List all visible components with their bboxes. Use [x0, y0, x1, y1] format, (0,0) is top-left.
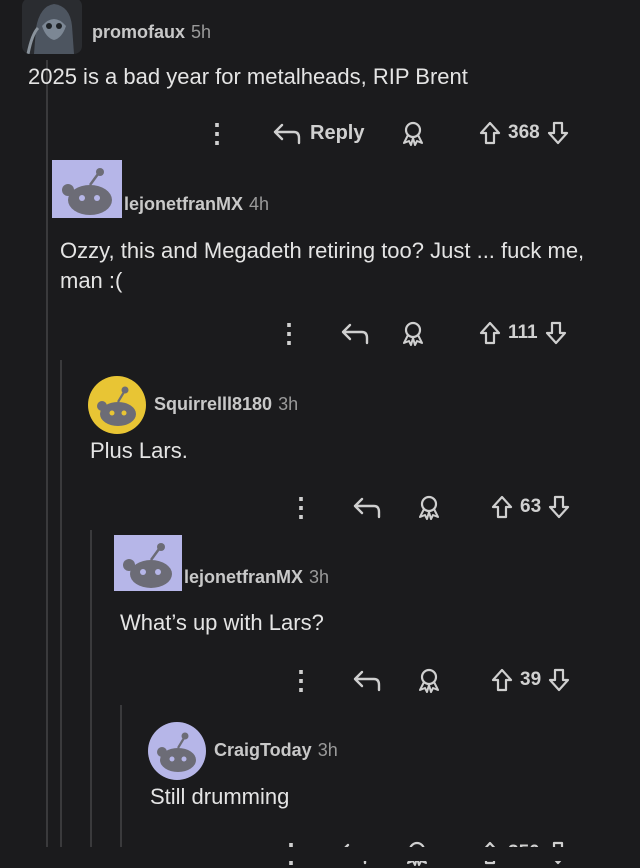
comment-actions: ⋮ Reply 368: [0, 118, 640, 148]
more-options-button[interactable]: ⋮: [204, 118, 230, 148]
reply-label: Reply: [310, 121, 365, 144]
comment-promofaux: promofaux 5h 2025 is a bad year for metal…: [0, 0, 640, 160]
score: 39: [520, 669, 542, 690]
upvote-arrow-icon[interactable]: [478, 320, 502, 346]
reply-button[interactable]: Reply: [272, 118, 364, 148]
alien-snoo-avatar[interactable]: [22, 0, 82, 54]
more-options-icon: ⋮: [276, 318, 302, 348]
reply-button[interactable]: [352, 665, 382, 695]
comment-meta: lejonetfranMX 3h: [184, 567, 329, 588]
comment-body: What’s up with Lars?: [120, 610, 324, 635]
award-button[interactable]: [400, 118, 426, 148]
score: 63: [520, 496, 542, 517]
award-button[interactable]: [416, 665, 442, 695]
award-button[interactable]: [416, 492, 442, 522]
more-options-icon: ⋮: [288, 665, 314, 695]
upvote-arrow-icon[interactable]: [478, 120, 502, 146]
downvote-arrow-icon[interactable]: [547, 667, 571, 693]
timestamp: 3h: [317, 740, 338, 760]
reply-button[interactable]: [352, 492, 382, 522]
username[interactable]: promofaux: [92, 22, 185, 42]
downvote-arrow-icon[interactable]: [546, 120, 570, 146]
default-snoo-lilac-avatar[interactable]: [148, 722, 206, 780]
more-options-button[interactable]: ⋮: [288, 492, 314, 522]
downvote-arrow-icon[interactable]: [544, 320, 568, 346]
award-button[interactable]: [400, 318, 426, 348]
comment-lejonetfranmx-1: lejonetfranMX 4h Ozzy, this and Megadeth …: [0, 160, 640, 360]
timestamp: 4h: [249, 194, 270, 214]
timestamp: 3h: [278, 394, 299, 414]
upvote-arrow-icon[interactable]: [490, 667, 514, 693]
timestamp: 5h: [191, 22, 212, 42]
reply-arrow-icon: [353, 670, 381, 692]
comment-body: Plus Lars.: [90, 438, 188, 463]
score: 368: [508, 122, 540, 143]
more-options-button[interactable]: ⋮: [276, 318, 302, 348]
comment-actions: ⋮ 111: [0, 318, 640, 348]
comment-meta: Squirrelll8180 3h: [154, 394, 298, 415]
default-snoo-yellow-avatar[interactable]: [88, 376, 146, 434]
comment-meta: lejonetfranMX 4h: [124, 194, 269, 215]
comment-craigtoday: CraigToday3h Still drumming ⋮ 350: [0, 718, 640, 868]
default-snoo-lilac-avatar[interactable]: [114, 535, 182, 591]
comment-body: Ozzy, this and Megadeth retiring too? Ju…: [60, 238, 585, 293]
score: 111: [508, 322, 538, 343]
more-options-icon: ⋮: [288, 492, 314, 522]
comment-lejonetfranmx-2: lejonetfranMX 3h What’s up with Lars? ⋮ 3…: [0, 535, 640, 705]
more-options-icon: ⋮: [204, 118, 230, 148]
screen-bottom-edge: [0, 847, 640, 861]
more-options-button[interactable]: ⋮: [288, 665, 314, 695]
vote-controls: 368: [478, 118, 570, 148]
award-icon: [403, 321, 423, 346]
username[interactable]: CraigToday: [214, 740, 312, 760]
comment-squirrelll8180: Squirrelll8180 3h Plus Lars. ⋮ 63: [0, 370, 640, 530]
reply-button[interactable]: [340, 318, 370, 348]
reply-arrow-icon: [353, 497, 381, 519]
username[interactable]: Squirrelll8180: [154, 394, 272, 414]
username[interactable]: lejonetfranMX: [184, 567, 303, 587]
vote-controls: 39: [490, 665, 571, 695]
timestamp: 3h: [309, 567, 330, 587]
reply-arrow-icon: [273, 123, 301, 145]
comment-body: 2025 is a bad year for metalheads, RIP B…: [28, 64, 468, 89]
comment-actions: ⋮ 63: [0, 492, 640, 522]
award-icon: [419, 495, 439, 520]
vote-controls: 63: [490, 492, 571, 522]
comment-actions: ⋮ 39: [0, 665, 640, 695]
award-icon: [419, 668, 439, 693]
award-icon: [403, 121, 423, 146]
default-snoo-lilac-avatar[interactable]: [52, 160, 122, 218]
username[interactable]: lejonetfranMX: [124, 194, 243, 214]
downvote-arrow-icon[interactable]: [547, 494, 571, 520]
reply-arrow-icon: [341, 323, 369, 345]
comment-meta: CraigToday 3h: [214, 740, 338, 761]
upvote-arrow-icon[interactable]: [490, 494, 514, 520]
comment-body: Still drumming: [150, 784, 290, 809]
vote-controls: 111: [478, 318, 568, 348]
comment-meta: promofaux 5h: [92, 22, 211, 43]
